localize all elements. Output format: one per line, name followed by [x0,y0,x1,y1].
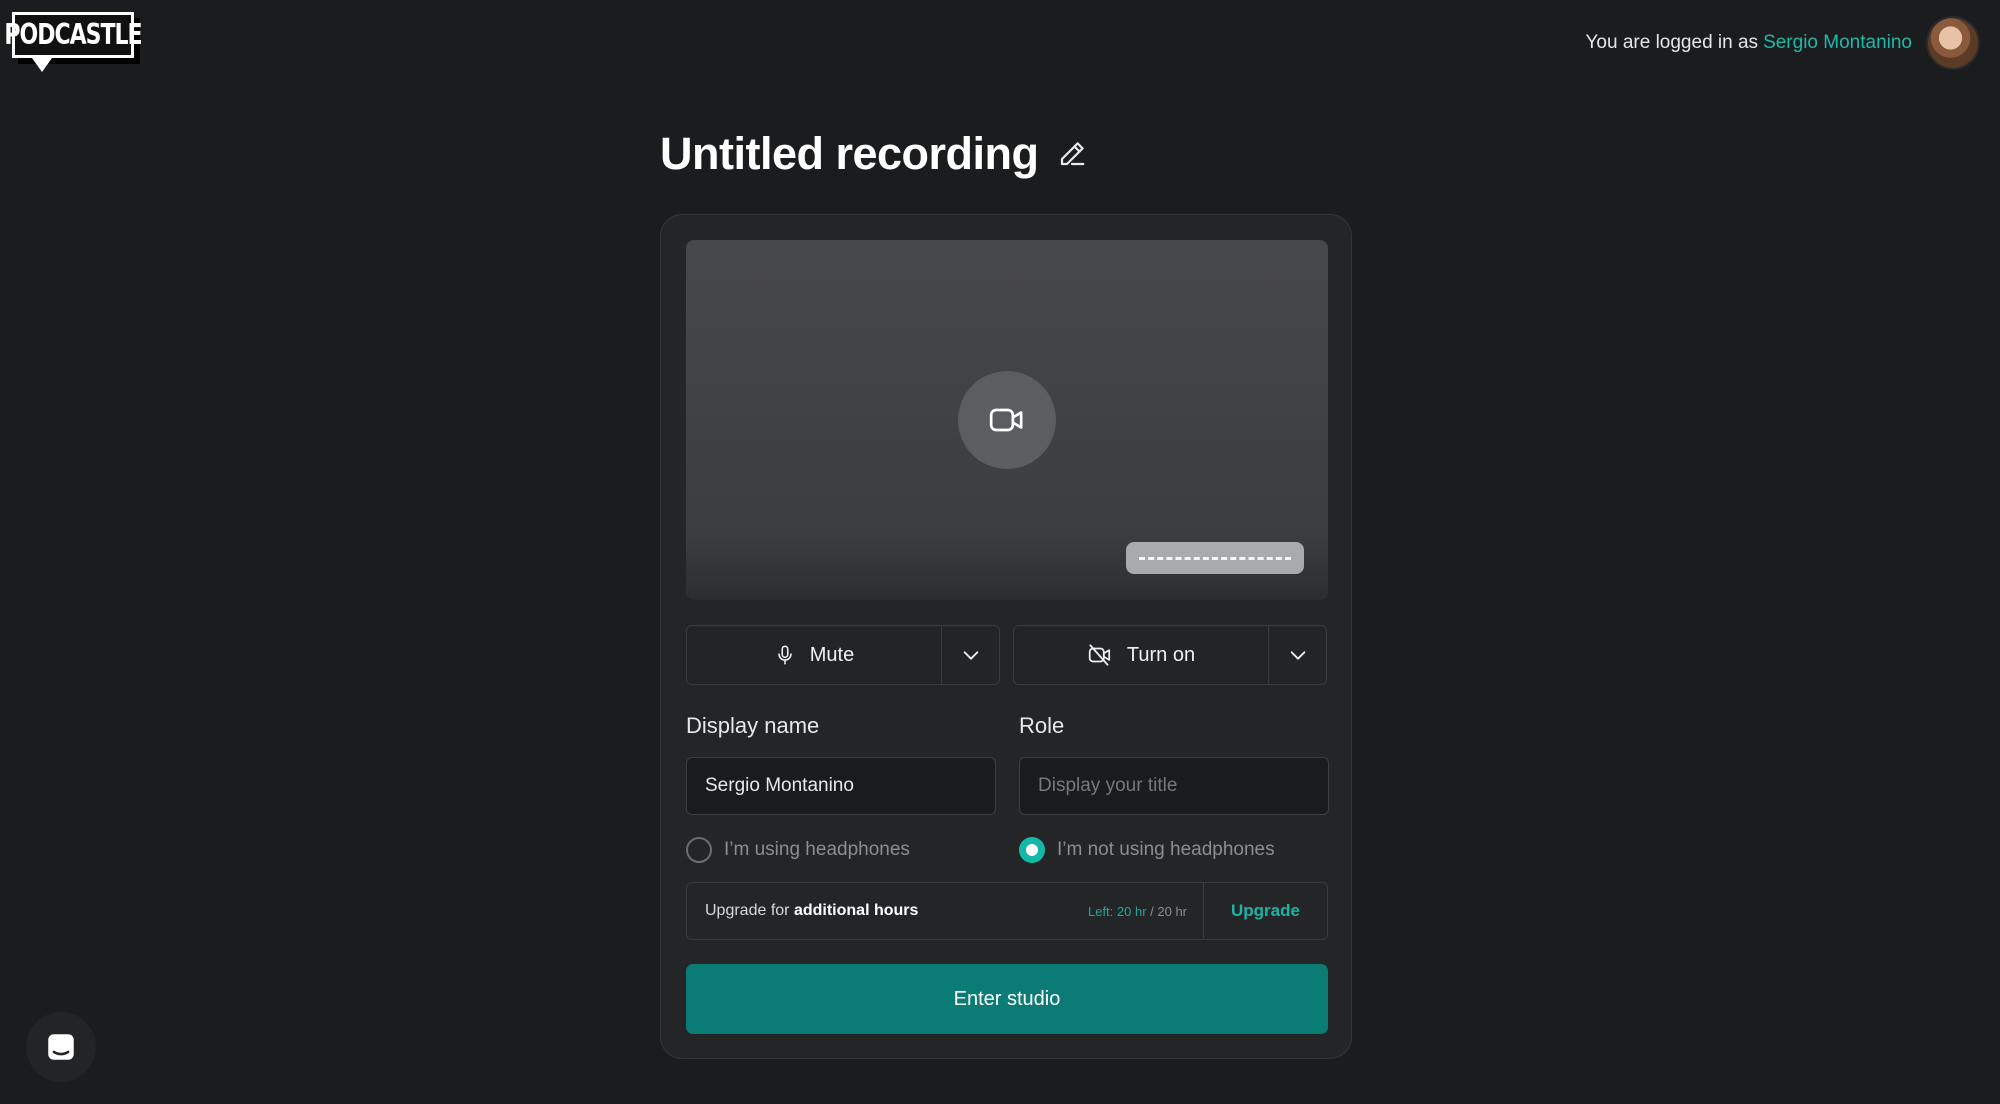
hours-remaining: Left: 20 hr / 20 hr [1088,904,1187,919]
camera-control: Turn on [1013,625,1327,685]
upgrade-emphasis: additional hours [793,902,919,919]
video-camera-icon [989,408,1023,432]
user-info: You are logged in as Sergio Montanino [1585,16,1980,70]
no-headphones-option-label: I’m not using headphones [1057,839,1275,860]
role-label: Role [1019,713,1065,738]
mute-button[interactable]: Mute [687,626,941,684]
microphone-control: Mute [686,625,1000,685]
no-headphones-radio[interactable] [1019,837,1045,863]
camera-dropdown[interactable] [1268,626,1326,684]
mute-label: Mute [809,643,855,666]
upgrade-text: Upgrade for additional hours [705,902,918,920]
upgrade-banner: Upgrade for additional hours Left: 20 hr… [686,882,1328,940]
display-name-field[interactable] [686,757,996,815]
setup-card: Mute Turn on Display name Role I’m using… [660,214,1352,1059]
camera-turn-on-button[interactable]: Turn on [1014,626,1268,684]
chat-support-button[interactable] [26,1012,96,1082]
camera-preview [686,240,1328,600]
hours-left: Left: 20 hr [1087,903,1147,919]
chevron-down-icon [963,651,978,660]
upgrade-button[interactable]: Upgrade [1203,883,1327,939]
camera-off-icon [1088,644,1110,666]
microphone-icon [778,645,792,665]
role-field[interactable] [1019,757,1329,815]
headphones-option[interactable]: I’m using headphones [686,837,910,863]
audio-level-meter [1126,542,1304,574]
user-name-link[interactable]: Sergio Montanino [1763,32,1912,54]
title-row: Untitled recording [660,128,1087,180]
page-title: Untitled recording [660,128,1039,179]
camera-placeholder [958,371,1056,469]
podcastle-logo[interactable]: PODCASTLE [4,12,143,74]
enter-studio-button[interactable]: Enter studio [686,964,1328,1034]
logo-badge: PODCASTLE [4,12,143,58]
microphone-dropdown[interactable] [941,626,999,684]
audio-level-dashes [1139,556,1291,560]
logo-text: PODCASTLE [4,18,142,52]
camera-label: Turn on [1126,643,1196,666]
headphones-option-label: I’m using headphones [724,839,910,860]
chat-icon [48,1034,74,1060]
logged-in-prefix: You are logged in as [1585,32,1759,53]
avatar[interactable] [1926,16,1980,70]
headphones-radio[interactable] [686,837,712,863]
upgrade-prefix: Upgrade for [705,902,790,919]
pencil-edit-icon[interactable] [1057,139,1087,169]
logo-speech-tail [32,58,52,72]
hours-total: / 20 hr [1146,903,1187,919]
chevron-down-icon [1290,651,1305,660]
display-name-label: Display name [686,713,820,738]
no-headphones-option[interactable]: I’m not using headphones [1019,837,1275,863]
